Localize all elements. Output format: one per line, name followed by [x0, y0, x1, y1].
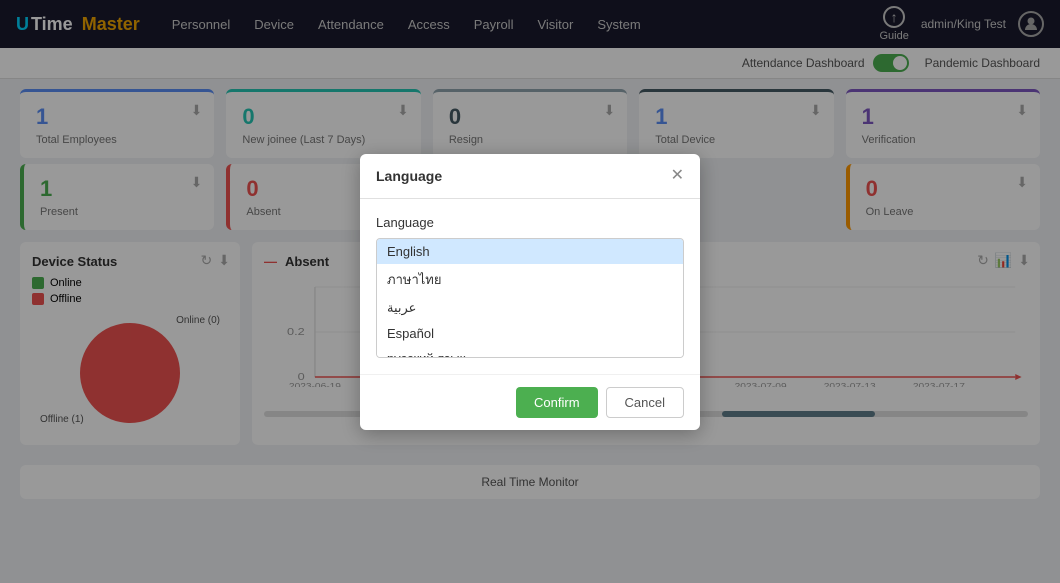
cancel-button[interactable]: Cancel [606, 387, 684, 418]
modal-footer: Confirm Cancel [360, 374, 700, 430]
modal-body: Language English ภาษาไทย عربية Español р… [360, 199, 700, 374]
language-option-thai[interactable]: ภาษาไทย [377, 264, 683, 295]
language-option-russian[interactable]: русский язык [377, 346, 683, 358]
language-option-english[interactable]: English [377, 239, 683, 264]
modal-close-button[interactable]: ✕ [671, 168, 684, 184]
language-field-label: Language [376, 215, 684, 230]
modal-title: Language [376, 168, 442, 184]
language-option-espanol[interactable]: Español [377, 321, 683, 346]
language-list[interactable]: English ภาษาไทย عربية Español русский яз… [376, 238, 684, 358]
modal-overlay: Language ✕ Language English ภาษาไทย عربي… [0, 0, 1060, 583]
confirm-button[interactable]: Confirm [516, 387, 598, 418]
modal-header: Language ✕ [360, 154, 700, 199]
language-option-arabic[interactable]: عربية [377, 295, 683, 321]
language-modal: Language ✕ Language English ภาษาไทย عربي… [360, 154, 700, 430]
